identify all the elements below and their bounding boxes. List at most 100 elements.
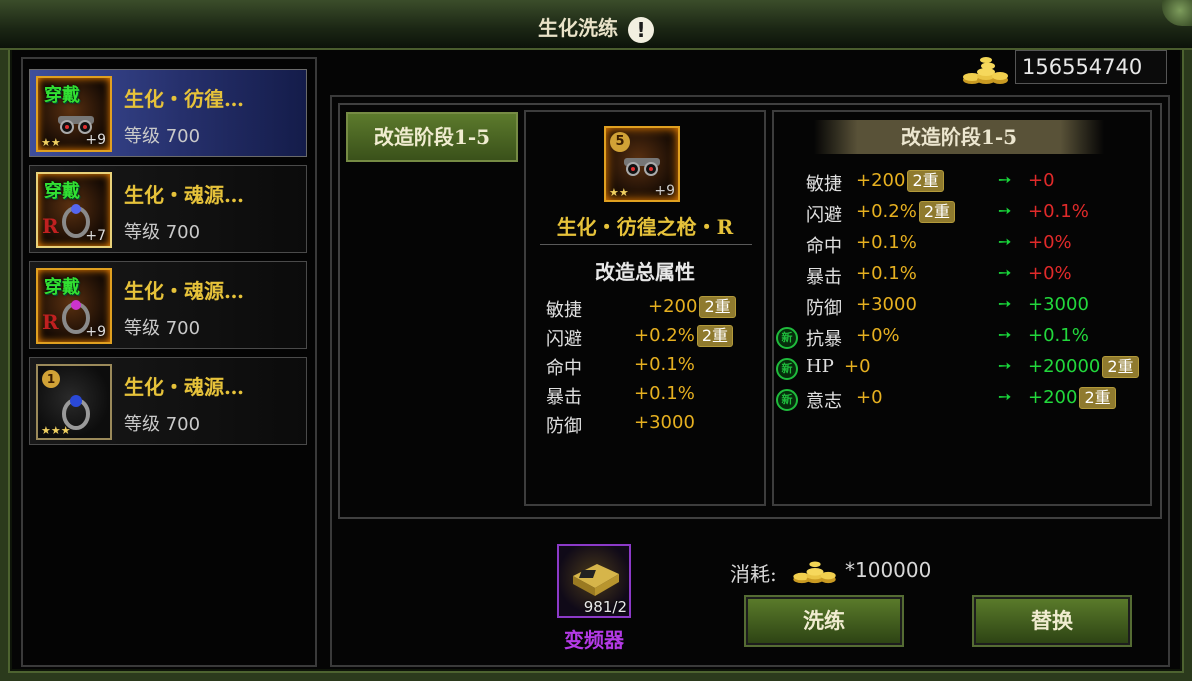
item-badge: 1 <box>42 370 60 388</box>
item-name: 生化・魂源… <box>124 375 244 399</box>
attr-value: +0.2% 2重 <box>856 201 955 223</box>
stage-attr-row: 暴击 +0.1% ➙ +0% <box>776 263 1148 291</box>
gold-coins-icon <box>963 57 1008 84</box>
material-count: 981/2 <box>583 598 627 616</box>
stage-title: 改造阶段1-5 <box>814 120 1104 154</box>
attr-name: 防御 <box>806 298 842 319</box>
new-badge-icon: 新 <box>776 327 798 349</box>
inventory-item[interactable]: 1 ★★★ 生化・魂源… 等级 700 <box>29 357 307 445</box>
ring-gear-icon: 穿戴 R +7 <box>36 172 112 248</box>
multiplier-tag: 2重 <box>1102 356 1139 378</box>
attr-name: 敏捷 <box>546 300 582 321</box>
total-attr-row: 暴击 +0.1% <box>546 383 756 411</box>
arrow-right-icon: ➙ <box>998 232 1012 251</box>
item-badge: 5 <box>610 132 630 152</box>
attr-value: +200 2重 <box>648 296 736 318</box>
multiplier-tag: 2重 <box>1079 387 1116 409</box>
stage-attr-row: 命中 +0.1% ➙ +0% <box>776 232 1148 260</box>
attr-name: 暴击 <box>546 387 582 408</box>
replace-button[interactable]: 替换 <box>972 595 1132 647</box>
frequency-changer-icon <box>573 564 619 596</box>
divider <box>540 244 752 245</box>
new-value: +0% <box>1028 232 1072 253</box>
arrow-right-icon: ➙ <box>998 263 1012 282</box>
rarity-r-icon: R <box>42 310 59 334</box>
item-name: 生化・魂源… <box>124 279 244 303</box>
item-level: 等级 700 <box>124 414 201 435</box>
attr-name: 命中 <box>806 236 842 257</box>
new-value: +0% <box>1028 263 1072 284</box>
arrow-right-icon: ➙ <box>998 387 1012 406</box>
window-title-text: 生化洗练 <box>538 16 618 40</box>
inventory-item[interactable]: 穿戴 R +7 生化・魂源… 等级 700 <box>29 165 307 253</box>
frequency-changer-slot[interactable]: 981/2 <box>557 544 631 618</box>
attr-name: 抗暴 <box>806 329 842 350</box>
gold-coins-icon <box>793 561 836 584</box>
new-badge-icon: 新 <box>776 358 798 380</box>
attr-name: HP <box>806 356 834 377</box>
stage-attr-row: 敏捷 +200 2重 ➙ +0 <box>776 170 1148 198</box>
gun-gear-icon: 穿戴 ★★ +9 <box>36 76 112 152</box>
star-rating-icon: ★★★ <box>41 424 71 437</box>
item-level: 等级 700 <box>124 222 201 243</box>
star-rating-icon: ★★ <box>609 186 629 199</box>
wear-label: 穿戴 <box>44 85 80 106</box>
arrow-right-icon: ➙ <box>998 294 1012 313</box>
arrow-right-icon: ➙ <box>998 356 1012 375</box>
attr-name: 命中 <box>546 358 582 379</box>
tab-stage[interactable]: 改造阶段1-5 <box>346 112 518 162</box>
attr-name: 暴击 <box>806 267 842 288</box>
multiplier-tag: 2重 <box>699 296 736 318</box>
enhance-level: +9 <box>654 183 675 199</box>
attr-name: 闪避 <box>546 329 582 350</box>
item-name: 生化・彷徨… <box>124 87 244 111</box>
info-icon[interactable]: ! <box>628 16 654 43</box>
new-value: +3000 <box>1028 294 1089 315</box>
ring-gear-icon: 1 ★★★ <box>36 364 112 440</box>
item-level: 等级 700 <box>124 126 201 147</box>
rarity-r-icon: R <box>42 214 59 238</box>
star-rating-icon: ★★ <box>41 136 61 149</box>
total-attr-row: 命中 +0.1% <box>546 354 756 382</box>
currency-amount: 156554740 <box>1015 50 1167 84</box>
attr-name: 意志 <box>806 391 842 412</box>
new-value: +200 2重 <box>1028 387 1116 409</box>
total-attr-row: 敏捷 +200 2重 <box>546 296 756 324</box>
attr-value: +200 2重 <box>856 170 944 192</box>
arrow-right-icon: ➙ <box>998 325 1012 344</box>
attr-value: +0.1% <box>856 232 917 253</box>
arrow-right-icon: ➙ <box>998 201 1012 220</box>
attr-value: +0.1% <box>634 383 695 404</box>
stage-attr-row: 新 HP +0 ➙ +20000 2重 <box>776 356 1148 384</box>
wear-label: 穿戴 <box>44 277 80 298</box>
stage-attr-row: 新 抗暴 +0% ➙ +0.1% <box>776 325 1148 353</box>
item-name: 生化・魂源… <box>124 183 244 207</box>
attr-value: +0.1% <box>856 263 917 284</box>
cost-value: *100000 <box>845 558 932 582</box>
multiplier-tag: 2重 <box>918 201 955 223</box>
window-title: 生化洗练! <box>0 12 1192 43</box>
enhance-level: +9 <box>85 132 106 148</box>
inventory-item[interactable]: 穿戴 R +9 生化・魂源… 等级 700 <box>29 261 307 349</box>
ring-gear-icon: 穿戴 R +9 <box>36 268 112 344</box>
attr-value: +0 <box>844 356 871 377</box>
enhance-level: +7 <box>85 228 106 244</box>
refine-button[interactable]: 洗练 <box>744 595 904 647</box>
enhance-level: +9 <box>85 324 106 340</box>
wear-label: 穿戴 <box>44 181 80 202</box>
total-attr-row: 防御 +3000 <box>546 412 756 440</box>
item-title: 生化・彷徨之枪・R <box>556 215 734 239</box>
attr-name: 闪避 <box>806 205 842 226</box>
new-value: +20000 2重 <box>1028 356 1139 378</box>
inventory-panel: 穿戴 ★★ +9 生化・彷徨… 等级 700 穿戴 R +7 生化・魂源… 等级… <box>21 57 317 667</box>
inventory-item[interactable]: 穿戴 ★★ +9 生化・彷徨… 等级 700 <box>29 69 307 157</box>
multiplier-tag: 2重 <box>907 170 944 192</box>
cost-label: 消耗: <box>730 562 777 586</box>
stage-attr-row: 新 意志 +0 ➙ +200 2重 <box>776 387 1148 415</box>
new-value: +0 <box>1028 170 1055 191</box>
attr-value: +0.1% <box>634 354 695 375</box>
gun-gear-icon: 5 ★★ +9 <box>604 126 680 202</box>
new-badge-icon: 新 <box>776 389 798 411</box>
total-attrs-title: 改造总属性 <box>595 260 695 284</box>
title-bar: 生化洗练! <box>0 0 1192 50</box>
